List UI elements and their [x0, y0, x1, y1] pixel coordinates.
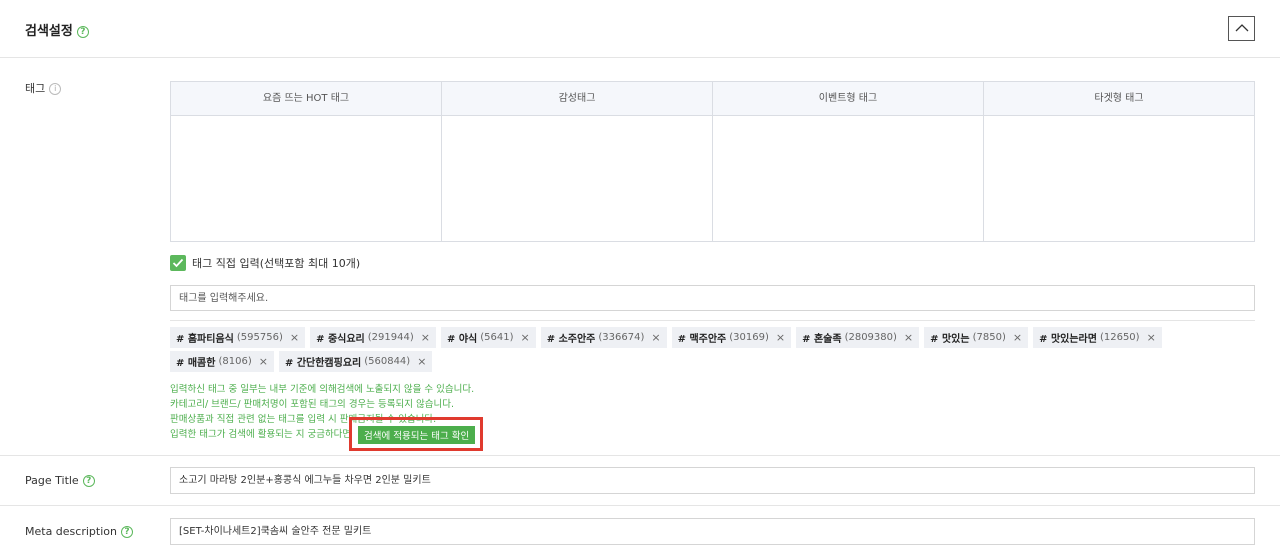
- divider: [0, 455, 1280, 456]
- direct-input-checkbox[interactable]: [170, 255, 186, 271]
- tag-column-hot: 요즘 뜨는 HOT 태그: [171, 82, 442, 241]
- tag-chip-name: # 혼술족: [802, 334, 842, 345]
- tag-chip: # 맛있는라면 (12650) ×: [1033, 327, 1162, 348]
- remove-tag-icon[interactable]: ×: [1013, 331, 1022, 344]
- meta-description-label-text: Meta description: [25, 525, 117, 538]
- tag-column-header: 감성태그: [442, 82, 712, 116]
- tag-column-body: [442, 116, 712, 241]
- tag-chip-count: (8106): [218, 356, 252, 367]
- collapse-button[interactable]: [1228, 16, 1255, 41]
- info-icon[interactable]: i: [49, 83, 62, 95]
- tag-chip-count: (595756): [236, 332, 283, 343]
- remove-tag-icon[interactable]: ×: [1147, 331, 1156, 344]
- tag-chip-count: (336674): [598, 332, 645, 343]
- page-title-field[interactable]: 소고기 마라탕 2인분+홍콩식 에그누들 차우면 2인분 밀키트: [170, 467, 1255, 494]
- remove-tag-icon[interactable]: ×: [259, 355, 268, 368]
- tag-chip-name: # 맥주안주: [677, 334, 727, 345]
- help-icon[interactable]: ?: [76, 25, 89, 38]
- tag-label-text: 태그: [25, 82, 46, 95]
- meta-description-field[interactable]: [SET-차이나세트2]쿡솜씨 술안주 전문 밀키트: [170, 518, 1255, 545]
- selected-tags: # 홈파티음식 (595756) × # 중식요리 (291944) × # 야식 (56…: [170, 327, 1255, 375]
- tag-chip-name: # 야식: [446, 334, 478, 345]
- tag-column-body: [984, 116, 1254, 241]
- tag-chip: # 중식요리 (291944) ×: [310, 327, 436, 348]
- tag-column-header: 요즘 뜨는 HOT 태그: [171, 82, 441, 116]
- tag-chip-name: # 맛있는라면: [1039, 334, 1097, 345]
- tag-label: 태그 i: [25, 80, 62, 96]
- notice-line: 입력하신 태그 중 일부는 내부 기준에 의해검색에 노출되지 않을 수 있습니…: [170, 384, 475, 395]
- tag-chip-count: (560844): [364, 356, 411, 367]
- tag-chip-count: (291944): [367, 332, 414, 343]
- remove-tag-icon[interactable]: ×: [520, 331, 529, 344]
- remove-tag-icon[interactable]: ×: [651, 331, 660, 344]
- remove-tag-icon[interactable]: ×: [421, 331, 430, 344]
- tag-chip: # 간단한캠핑요리 (560844) ×: [278, 351, 433, 372]
- check-icon: [172, 258, 184, 268]
- page-title-label-text: Page Title: [25, 474, 79, 487]
- tag-chip-count: (30169): [729, 332, 769, 343]
- tag-chip: # 매콤한 (8106) ×: [170, 351, 274, 372]
- meta-description-label: Meta description?: [25, 525, 133, 538]
- tag-column-target: 타겟형 태그: [984, 82, 1254, 241]
- direct-input-label: 태그 직접 입력(선택포함 최대 10개): [192, 257, 361, 270]
- direct-input-toggle[interactable]: 태그 직접 입력(선택포함 최대 10개): [170, 255, 360, 271]
- tag-input[interactable]: [170, 285, 1255, 311]
- tag-column-header: 타겟형 태그: [984, 82, 1254, 116]
- help-icon[interactable]: ?: [120, 526, 133, 538]
- section-title-text: 검색설정: [25, 24, 73, 39]
- tag-chip: # 야식 (5641) ×: [440, 327, 536, 348]
- tag-chip-count: (12650): [1099, 332, 1140, 343]
- tag-chip: # 혼술족 (2809380) ×: [796, 327, 920, 348]
- tag-chip: # 홈파티음식 (595756) ×: [170, 327, 306, 348]
- tag-column-event: 이벤트형 태그: [713, 82, 984, 241]
- tag-chip-name: # 매콤한: [176, 358, 216, 369]
- page-title-label: Page Title?: [25, 474, 95, 487]
- tag-chip-name: # 맛있는: [930, 334, 970, 345]
- tag-chip-name: # 중식요리: [316, 334, 365, 345]
- tag-column-emotion: 감성태그: [442, 82, 713, 241]
- tag-column-header: 이벤트형 태그: [713, 82, 983, 116]
- remove-tag-icon[interactable]: ×: [290, 331, 299, 344]
- remove-tag-icon[interactable]: ×: [417, 355, 426, 368]
- chevron-up-icon: [1235, 24, 1249, 32]
- tag-chip-name: # 간단한캠핑요리: [284, 358, 362, 369]
- tag-chip-count: (2809380): [844, 332, 897, 343]
- tag-column-body: [713, 116, 983, 241]
- tag-chip-count: (5641): [480, 332, 514, 343]
- tag-recommendation-table: 요즘 뜨는 HOT 태그 감성태그 이벤트형 태그 타겟형 태그: [170, 81, 1255, 242]
- check-applied-tags-button[interactable]: 검색에 적용되는 태그 확인: [358, 426, 476, 444]
- help-icon[interactable]: ?: [82, 475, 95, 487]
- tag-chip: # 맥주안주 (30169) ×: [671, 327, 792, 348]
- tag-chip-count: (7850): [972, 332, 1006, 343]
- tag-chip-name: # 홈파티음식: [176, 334, 234, 345]
- remove-tag-icon[interactable]: ×: [776, 331, 785, 344]
- section-title: 검색설정?: [25, 20, 89, 39]
- tag-chip: # 소주안주 (336674) ×: [540, 327, 667, 348]
- search-settings-header: 검색설정?: [0, 0, 1280, 58]
- notice-line: 카테고리/ 브랜드/ 판매처명이 포함된 태그의 경우는 등록되지 않습니다.: [170, 399, 455, 410]
- divider: [0, 505, 1280, 506]
- tag-chip: # 맛있는 (7850) ×: [924, 327, 1029, 348]
- remove-tag-icon[interactable]: ×: [904, 331, 913, 344]
- divider: [170, 320, 1255, 321]
- tag-column-body: [171, 116, 441, 241]
- tag-chip-name: # 소주안주: [546, 334, 596, 345]
